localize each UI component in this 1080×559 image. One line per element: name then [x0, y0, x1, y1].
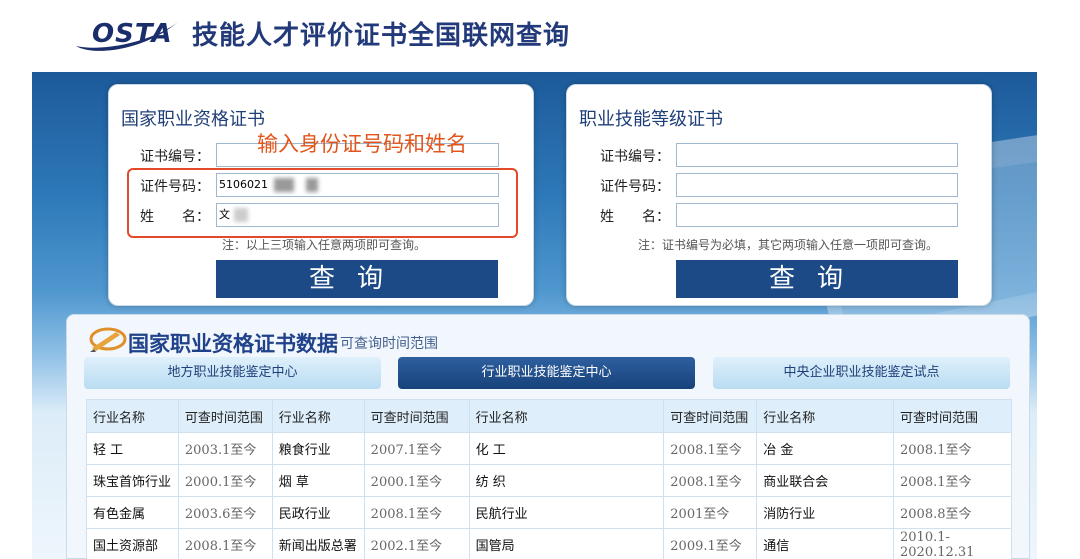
industry-name: 国管局 [468, 528, 665, 559]
panel-title: 职业技能等级证书 [579, 109, 723, 130]
skill-id-number-input[interactable] [676, 173, 958, 197]
time-range: 2003.1至今 [177, 432, 273, 465]
tab-local-centers[interactable]: 地方职业技能鉴定中心 [84, 357, 381, 389]
site-header: OSTA 技能人才评价证书全国联网查询 [0, 0, 1080, 72]
time-range: 2008.1至今 [663, 432, 758, 465]
table-header-row: 行业名称 可查时间范围 行业名称 可查时间范围 行业名称 可查时间范围 行业名称… [86, 399, 1012, 433]
certificate-number-label: 证书编号： [140, 149, 210, 165]
skill-certificate-number-label: 证书编号： [600, 149, 670, 165]
column-header: 可查时间范围 [663, 399, 758, 433]
industry-name: 轻 工 [86, 432, 179, 465]
industry-name: 粮食行业 [271, 432, 365, 465]
industry-name: 烟 草 [271, 464, 365, 497]
input-annotation: 输入身份证号码和姓名 [257, 132, 467, 156]
site-title: 技能人才评价证书全国联网查询 [192, 21, 571, 51]
tab-industry-centers[interactable]: 行业职业技能鉴定中心 [398, 357, 695, 389]
osta-logo[interactable]: OSTA [72, 12, 184, 56]
industry-name: 珠宝首饰行业 [86, 464, 179, 497]
certificate-pen-icon [89, 327, 127, 352]
logo-text: OSTA [92, 19, 173, 49]
query-button[interactable]: 查询 [216, 260, 498, 298]
column-header: 可查时间范围 [363, 399, 470, 433]
time-range: 2008.1至今 [363, 496, 470, 529]
table-row: 国土资源部 2008.1至今 新闻出版总署 2002.1至今 国管局 2009.… [86, 528, 1012, 559]
column-header: 可查时间范围 [893, 399, 1012, 433]
column-header: 行业名称 [86, 399, 179, 433]
time-range: 2000.1至今 [177, 464, 273, 497]
time-range: 2008.1至今 [177, 528, 273, 559]
time-range: 2009.1至今 [663, 528, 758, 559]
skill-id-number-label: 证件号码： [600, 179, 670, 195]
time-range: 2007.1至今 [363, 432, 470, 465]
column-header: 行业名称 [468, 399, 665, 433]
highlight-box [127, 168, 518, 238]
column-header: 可查时间范围 [177, 399, 273, 433]
skill-name-input[interactable] [676, 203, 958, 227]
time-range: 2001至今 [663, 496, 758, 529]
time-range: 2003.6至今 [177, 496, 273, 529]
industry-name: 商业联合会 [756, 464, 894, 497]
industry-name: 国土资源部 [86, 528, 179, 559]
tab-central-enterprise-pilots[interactable]: 中央企业职业技能鉴定试点 [713, 357, 1010, 389]
skill-name-label: 姓 名： [600, 209, 670, 225]
table-row: 珠宝首饰行业 2000.1至今 烟 草 2000.1至今 纺 织 2008.1至… [86, 464, 1012, 497]
table-row: 轻 工 2003.1至今 粮食行业 2007.1至今 化 工 2008.1至今 … [86, 432, 1012, 465]
industry-range-table: 行业名称 可查时间范围 行业名称 可查时间范围 行业名称 可查时间范围 行业名称… [86, 399, 1012, 559]
industry-name: 民政行业 [271, 496, 365, 529]
industry-name: 通信 [756, 528, 894, 559]
time-range: 2000.1至今 [363, 464, 470, 497]
time-range: 2010.1-2020.12.31 [893, 528, 1012, 559]
time-range: 2008.1至今 [893, 464, 1012, 497]
query-hint: 注：以上三项输入任意两项即可查询。 [222, 238, 427, 252]
industry-name: 新闻出版总署 [271, 528, 365, 559]
industry-name: 民航行业 [468, 496, 665, 529]
time-range: 2008.8至今 [893, 496, 1012, 529]
data-section-subtitle: 可查询时间范围 [340, 336, 438, 352]
data-section-title: 国家职业资格证书数据 [128, 331, 338, 356]
industry-name: 纺 织 [468, 464, 665, 497]
skill-query-button[interactable]: 查询 [676, 260, 958, 298]
industry-name: 冶 金 [756, 432, 894, 465]
time-range: 2002.1至今 [363, 528, 470, 559]
column-header: 行业名称 [271, 399, 365, 433]
skill-certificate-number-input[interactable] [676, 143, 958, 167]
industry-name: 有色金属 [86, 496, 179, 529]
time-range: 2008.1至今 [663, 464, 758, 497]
column-header: 行业名称 [756, 399, 894, 433]
industry-name: 化 工 [468, 432, 665, 465]
time-range: 2008.1至今 [893, 432, 1012, 465]
table-row: 有色金属 2003.6至今 民政行业 2008.1至今 民航行业 2001至今 … [86, 496, 1012, 529]
panel-title: 国家职业资格证书 [121, 109, 265, 130]
skill-query-hint: 注：证书编号为必填，其它两项输入任意一项即可查询。 [638, 238, 939, 252]
industry-name: 消防行业 [756, 496, 894, 529]
